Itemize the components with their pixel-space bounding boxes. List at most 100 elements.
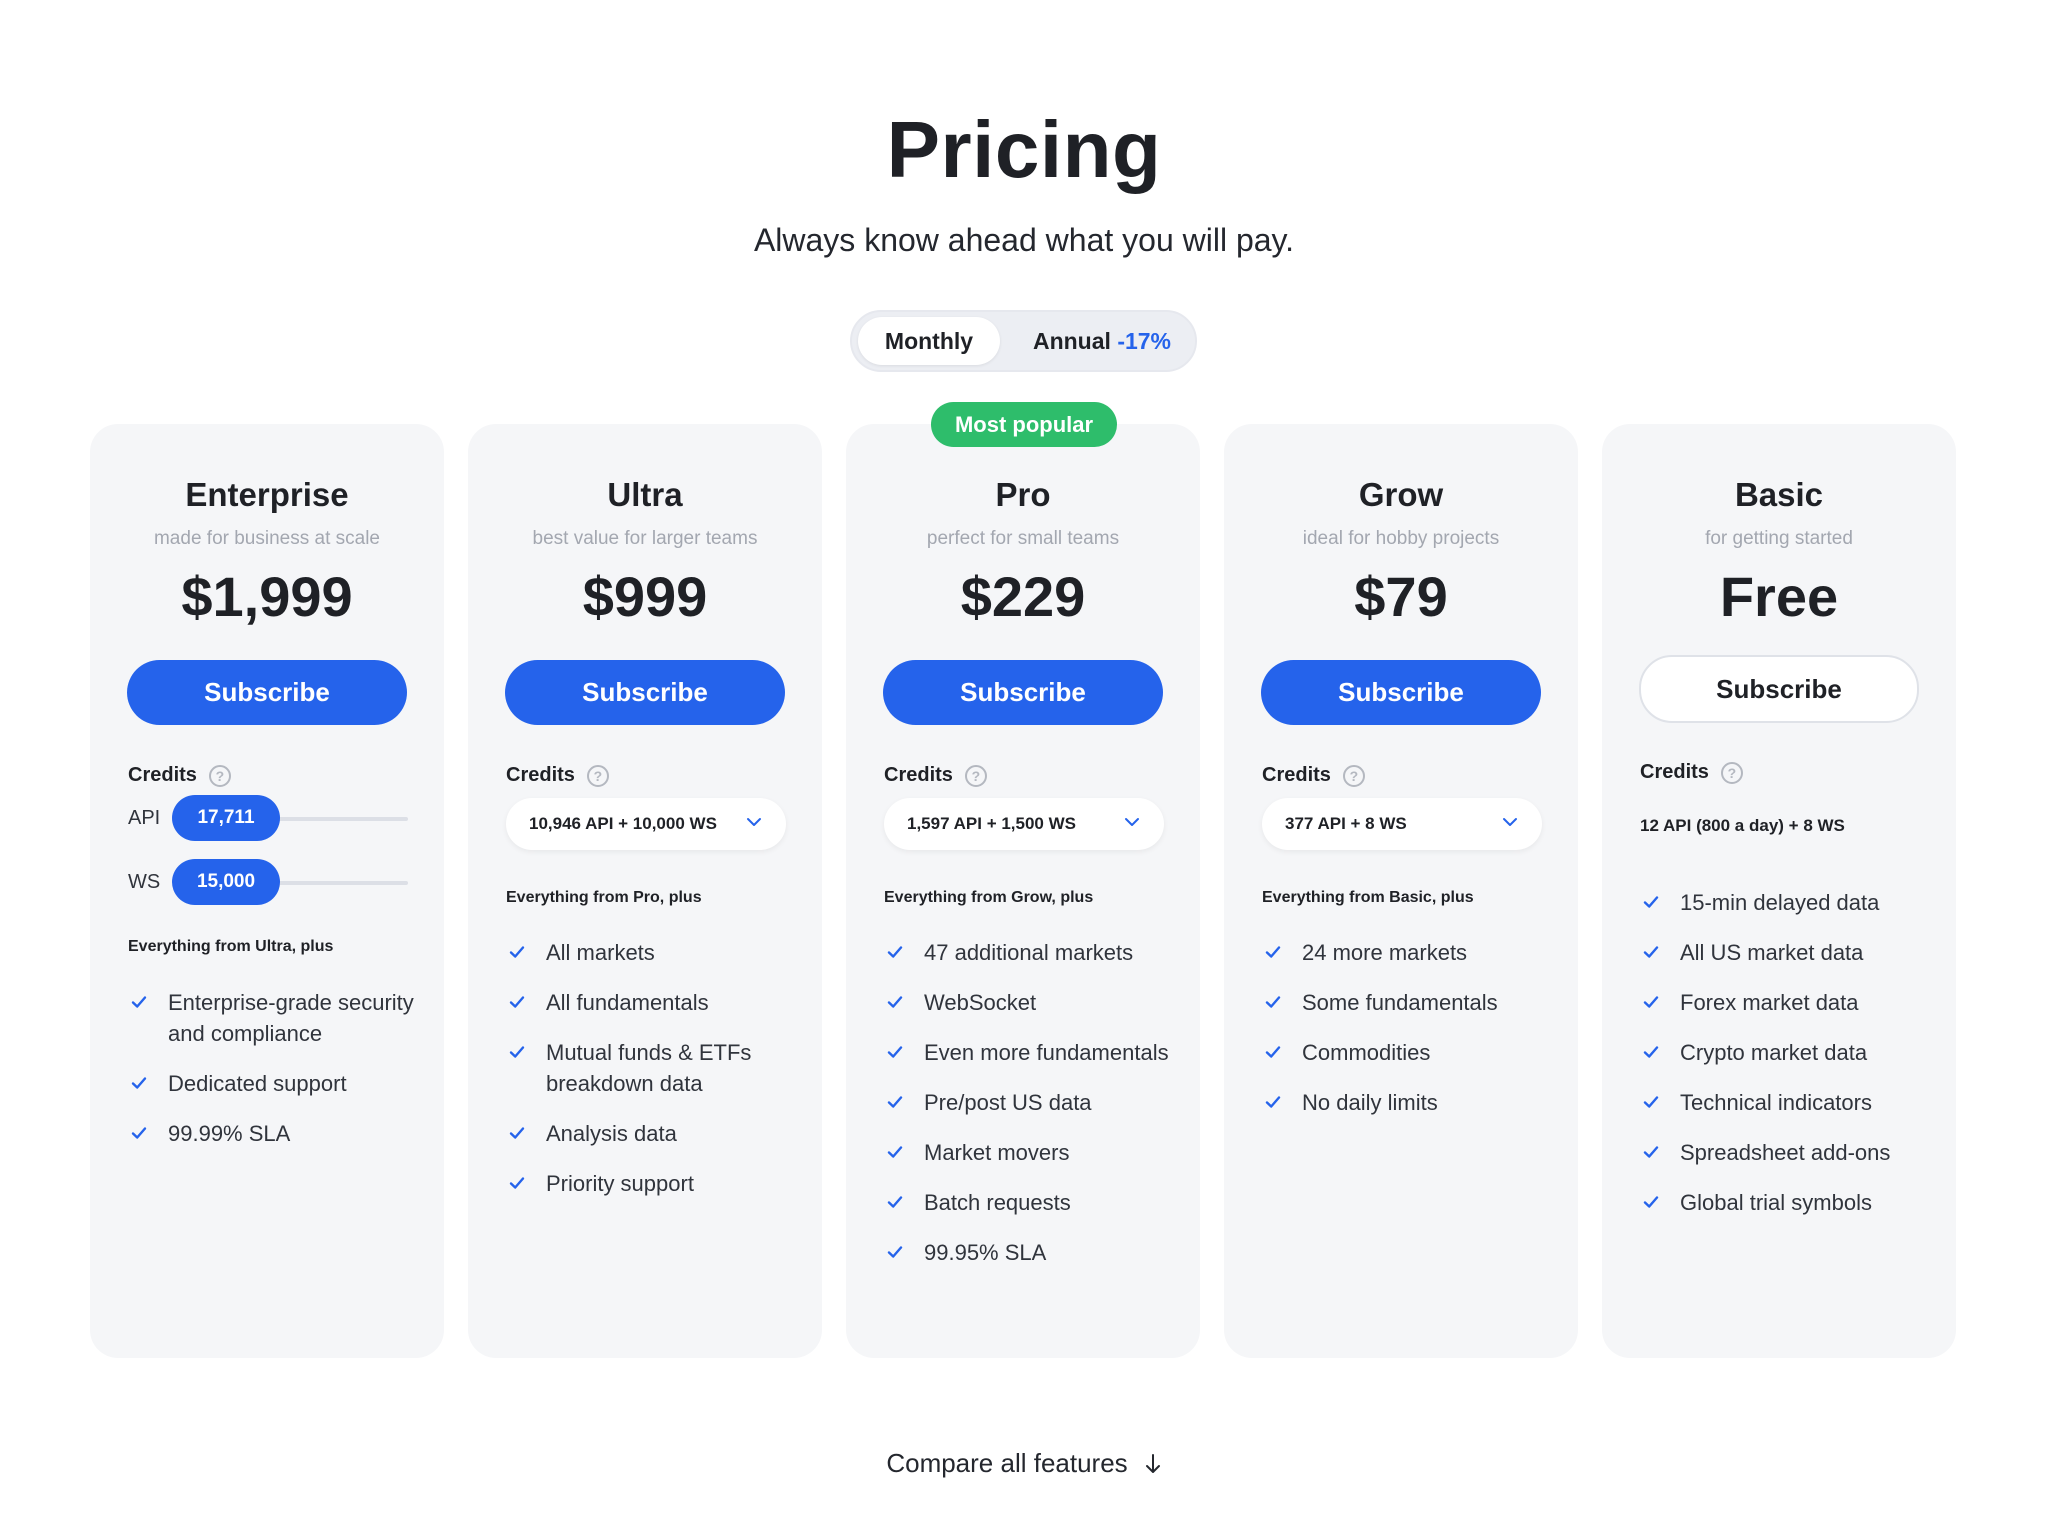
check-icon (887, 946, 903, 958)
feature-text: Mutual funds & ETFs breakdown data (546, 1040, 752, 1096)
check-icon (1265, 1096, 1281, 1108)
list-item: Forex market data (1640, 987, 1930, 1018)
feature-text: WebSocket (924, 990, 1037, 1015)
list-item: All markets (506, 937, 796, 968)
ws-credits-slider[interactable]: WS 15,000 (128, 859, 418, 905)
plan-name: Pro (995, 476, 1051, 513)
credits-select[interactable]: 377 API + 8 WS (1262, 798, 1542, 850)
subscribe-button[interactable]: Subscribe (1261, 660, 1541, 725)
feature-list: 24 more markets Some fundamentals Commod… (1262, 937, 1552, 1137)
feature-text: Some fundamentals (1302, 990, 1498, 1015)
api-slider-label: API (128, 807, 161, 829)
credits-label: Credits? (1640, 761, 1743, 784)
check-icon (887, 1146, 903, 1158)
plan-name: Enterprise (185, 476, 349, 513)
check-icon (509, 996, 525, 1008)
subscribe-button[interactable]: Subscribe (1639, 655, 1919, 723)
list-item: WebSocket (884, 987, 1174, 1018)
api-credits-slider[interactable]: API 17,711 (128, 795, 418, 841)
check-icon (887, 1096, 903, 1108)
credits-text: Credits (128, 764, 197, 786)
list-item: Pre/post US data (884, 1087, 1174, 1118)
credits-text: Credits (1262, 764, 1331, 786)
feature-list: Enterprise-grade security and compliance… (128, 987, 418, 1168)
help-icon[interactable]: ? (1720, 761, 1743, 784)
subscribe-button[interactable]: Subscribe (505, 660, 785, 725)
list-item: Mutual funds & ETFs breakdown data (506, 1037, 796, 1099)
list-item: Market movers (884, 1137, 1174, 1168)
includes-heading: Everything from Ultra, plus (128, 938, 334, 955)
check-icon (887, 1246, 903, 1258)
feature-list: All markets All fundamentals Mutual fund… (506, 937, 796, 1218)
list-item: No daily limits (1262, 1087, 1552, 1118)
compare-features-link[interactable]: Compare all features (0, 1448, 2048, 1479)
plan-card-ultra: Ultra best value for larger teams $999 S… (468, 424, 822, 1358)
check-icon (1643, 1146, 1659, 1158)
arrow-down-icon (1145, 1454, 1160, 1473)
check-icon (1643, 896, 1659, 908)
feature-text: All fundamentals (546, 990, 709, 1015)
list-item: All fundamentals (506, 987, 796, 1018)
subscribe-button[interactable]: Subscribe (883, 660, 1163, 725)
check-icon (509, 946, 525, 958)
list-item: All US market data (1640, 937, 1930, 968)
check-icon (887, 996, 903, 1008)
plan-price: Free (1719, 565, 1839, 628)
list-item: Commodities (1262, 1037, 1552, 1068)
most-popular-badge: Most popular (931, 402, 1117, 447)
list-item: Spreadsheet add-ons (1640, 1137, 1930, 1168)
credits-text: Credits (506, 764, 575, 786)
credits-value: 12 API (800 a day) + 8 WS (1640, 816, 1845, 835)
chevron-down-icon (1503, 818, 1517, 826)
feature-text: Even more fundamentals (924, 1040, 1169, 1065)
list-item: Technical indicators (1640, 1087, 1930, 1118)
feature-text: 99.99% SLA (168, 1121, 291, 1146)
credits-label: Credits? (128, 764, 231, 787)
help-icon[interactable]: ? (964, 764, 987, 787)
list-item: Enterprise-grade security and compliance (128, 987, 418, 1049)
credits-label: Credits? (884, 764, 987, 787)
billing-toggle[interactable]: Monthly Annual -17% (850, 310, 1197, 372)
list-item: Batch requests (884, 1187, 1174, 1218)
check-icon (887, 1196, 903, 1208)
check-icon (1265, 1046, 1281, 1058)
feature-text: Spreadsheet add-ons (1680, 1140, 1891, 1165)
credits-label: Credits? (1262, 764, 1365, 787)
help-icon[interactable]: ? (586, 764, 609, 787)
check-icon (131, 1077, 147, 1089)
plan-description: for getting started (1705, 528, 1853, 549)
help-icon[interactable]: ? (208, 764, 231, 787)
check-icon (509, 1177, 525, 1189)
list-item: 99.99% SLA (128, 1118, 418, 1149)
list-item: Even more fundamentals (884, 1037, 1174, 1068)
annual-discount-badge: -17% (1117, 328, 1172, 354)
chevron-down-icon (747, 818, 761, 826)
ws-slider-handle[interactable]: 15,000 (172, 859, 280, 905)
list-item: Crypto market data (1640, 1037, 1930, 1068)
check-icon (1265, 946, 1281, 958)
billing-monthly-option[interactable]: Monthly (858, 317, 1000, 365)
includes-heading: Everything from Basic, plus (1262, 889, 1474, 906)
api-slider-handle[interactable]: 17,711 (172, 795, 280, 841)
feature-text: Dedicated support (168, 1071, 347, 1096)
list-item: 24 more markets (1262, 937, 1552, 968)
check-icon (1643, 996, 1659, 1008)
plan-name: Grow (1358, 476, 1444, 513)
credits-text: Credits (884, 764, 953, 786)
chevron-down-icon (1125, 818, 1139, 826)
credits-select[interactable]: 10,946 API + 10,000 WS (506, 798, 786, 850)
credits-select[interactable]: 1,597 API + 1,500 WS (884, 798, 1164, 850)
plan-price: $229 (960, 565, 1086, 628)
feature-text: Market movers (924, 1140, 1070, 1165)
check-icon (1643, 1046, 1659, 1058)
plan-name: Ultra (607, 476, 683, 513)
credits-select-value: 377 API + 8 WS (1285, 814, 1407, 833)
feature-text: Analysis data (546, 1121, 677, 1146)
billing-annual-option[interactable]: Annual -17% (1012, 317, 1192, 365)
feature-text: Crypto market data (1680, 1040, 1868, 1065)
subscribe-button[interactable]: Subscribe (127, 660, 407, 725)
feature-text: All US market data (1680, 940, 1864, 965)
list-item: Global trial symbols (1640, 1187, 1930, 1218)
help-icon[interactable]: ? (1342, 764, 1365, 787)
plan-card-enterprise: Enterprise made for business at scale $1… (90, 424, 444, 1358)
